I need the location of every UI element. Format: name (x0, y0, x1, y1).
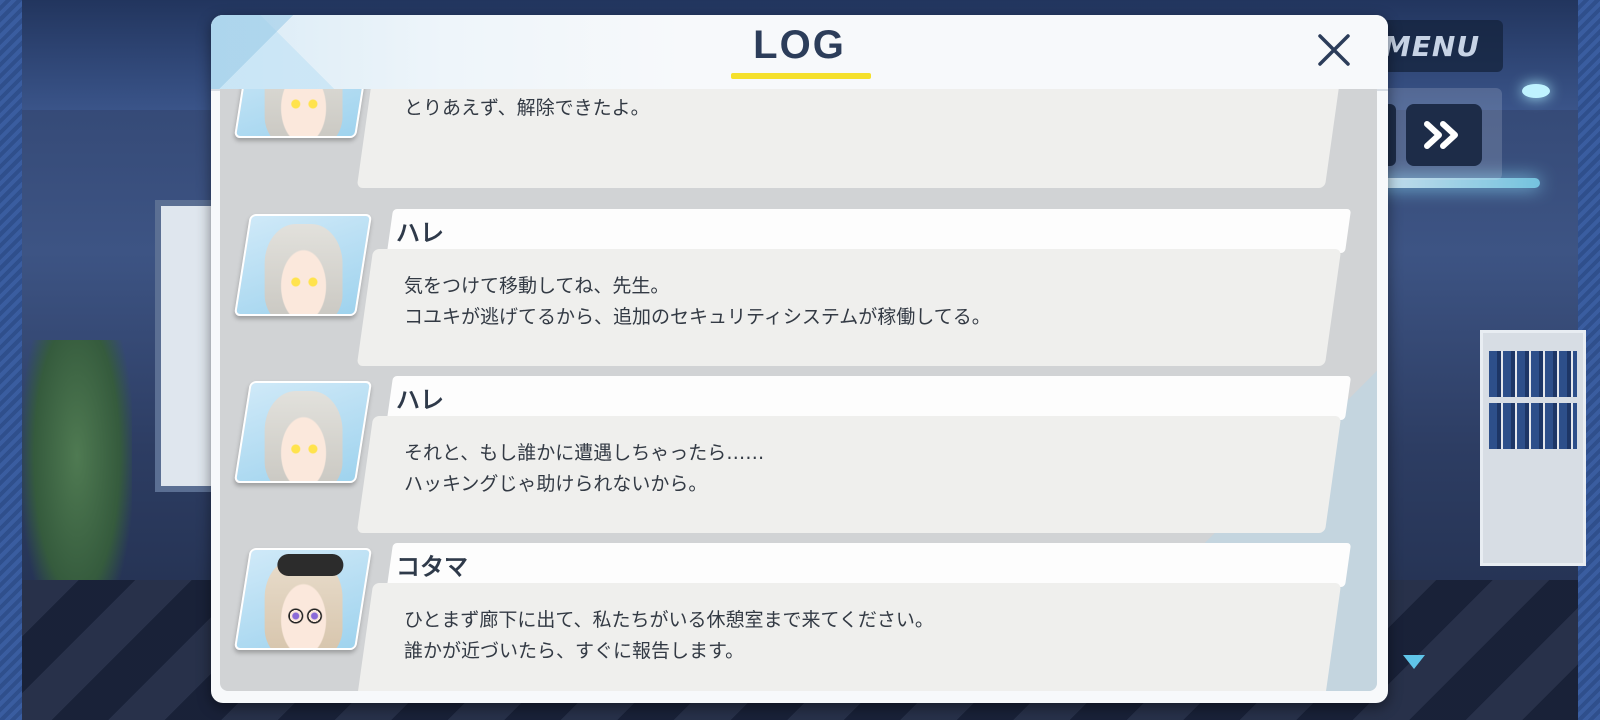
dialogue-tail (371, 263, 383, 281)
character-portrait (233, 381, 373, 483)
log-entry: コタマ ひとまず廊下に出て、私たちがいる休憩室まで来てください。 誰かが近づいた… (220, 543, 1377, 691)
dialogue-line: 気をつけて移動してね、先生。 (404, 275, 670, 297)
next-arrow-icon[interactable] (1403, 655, 1425, 669)
log-entry: とりあえず、解除できたよ。 (220, 89, 1377, 191)
close-icon (1318, 34, 1350, 66)
name-plate (386, 209, 1352, 253)
name-plate (386, 543, 1352, 587)
hare-portrait (264, 224, 343, 316)
name-plate (386, 376, 1352, 420)
dialogue-line: ハッキングじゃ助けられないから。 (404, 473, 708, 495)
dialogue-line: 誰かが近づいたら、すぐに報告します。 (404, 640, 745, 662)
dialogue-line: それと、もし誰かに遭遇しちゃったら…… (404, 442, 765, 464)
shelf-books-middle (1489, 403, 1577, 449)
ceiling-light (1522, 84, 1550, 98)
dialogue-line: とりあえず、解除できたよ。 (404, 97, 650, 119)
left-border-stripe (0, 0, 22, 720)
dialogue-tail (371, 430, 383, 448)
log-panel: LOG とりあえず、解除できたよ。 ハレ 気をつけて移動してね、先生。 コユキが… (211, 15, 1388, 703)
log-entry: ハレ 気をつけて移動してね、先生。 コユキが逃げてるから、追加のセキュリティシス… (220, 209, 1377, 369)
sleep-mask (277, 554, 344, 576)
dialogue-line: コユキが逃げてるから、追加のセキュリティシステムが稼働してる。 (404, 306, 991, 328)
character-portrait (233, 548, 373, 650)
bookshelf (1480, 330, 1586, 566)
scrollbar[interactable] (1377, 89, 1383, 691)
log-list[interactable]: とりあえず、解除できたよ。 ハレ 気をつけて移動してね、先生。 コユキが逃げてる… (220, 89, 1377, 691)
speaker-name: ハレ (396, 219, 444, 247)
log-title: LOG (753, 23, 846, 67)
hare-portrait (264, 89, 343, 138)
speaker-name: ハレ (396, 386, 444, 414)
fast-forward-button[interactable] (1406, 104, 1482, 166)
dialogue-tail (371, 89, 383, 103)
hare-portrait (264, 391, 343, 483)
fast-forward-icon (1424, 121, 1458, 149)
character-portrait (233, 214, 373, 316)
character-portrait (233, 89, 373, 138)
log-header: LOG (211, 15, 1388, 91)
shelf-books-top (1489, 351, 1577, 397)
dialogue-line: ひとまず廊下に出て、私たちがいる休憩室まで来てください。 (404, 609, 934, 631)
title-underline (731, 73, 871, 79)
speaker-name: コタマ (396, 553, 468, 581)
close-button[interactable] (1311, 27, 1357, 73)
dialogue-tail (371, 597, 383, 615)
log-entry: ハレ それと、もし誰かに遭遇しちゃったら…… ハッキングじゃ助けられないから。 (220, 376, 1377, 536)
